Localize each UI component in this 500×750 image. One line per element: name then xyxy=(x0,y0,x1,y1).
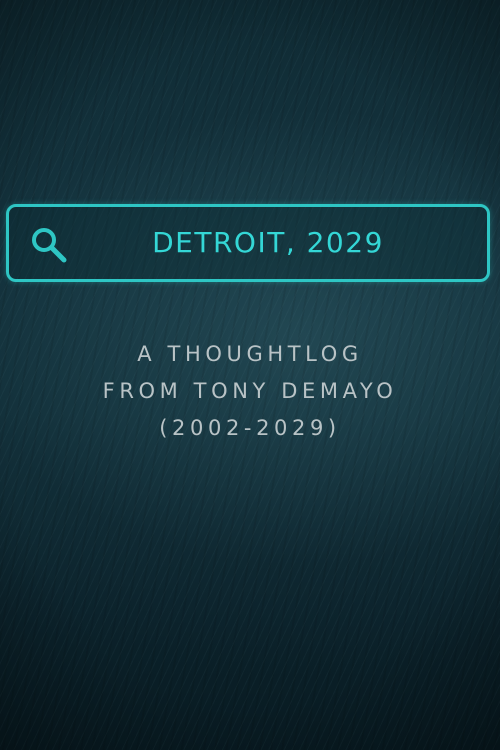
background-vignette xyxy=(0,0,500,750)
search-query-text: DETROIT, 2029 xyxy=(152,226,384,259)
caption-line-2: FROM TONY DEMAYO xyxy=(102,379,398,403)
caption-line-1: A THOUGHTLOG xyxy=(137,342,363,366)
search-icon xyxy=(32,228,67,263)
background-texture xyxy=(0,0,500,750)
cropped-title-glyphs xyxy=(0,0,500,31)
caption-line-3: (2002-2029) xyxy=(159,416,341,440)
search-bar[interactable]: DETROIT, 2029 xyxy=(6,204,490,282)
